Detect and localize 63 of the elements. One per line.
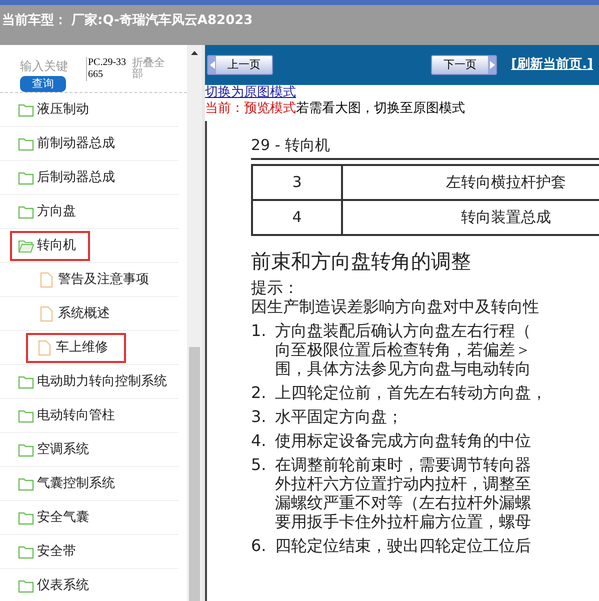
document-icon: [40, 272, 53, 288]
step-number: 6.: [251, 536, 268, 555]
tree-item[interactable]: 系统概述: [40, 298, 110, 328]
scrollbar[interactable]: [187, 45, 202, 601]
tree-item[interactable]: 转向机: [10, 230, 90, 260]
folder-icon: [18, 204, 34, 218]
step-number: 2.: [251, 383, 268, 402]
step-text: 外拉杆六方位置拧动内拉杆，调整至: [275, 474, 531, 493]
step-text: 在调整前轮前束时，需要调节转向器: [275, 455, 531, 474]
tree-item[interactable]: 方向盘: [18, 196, 76, 226]
step-text: 水平固定方向盘；: [275, 407, 403, 426]
folder-icon: [18, 102, 34, 116]
folder-icon: [18, 544, 34, 558]
step-text: 上四轮定位前，首先左右转动方向盘，: [275, 383, 547, 402]
tree-item[interactable]: 后制动器总成: [18, 162, 115, 192]
folder-icon: [18, 170, 34, 184]
step-text: 要用扳手卡住外拉杆扁方位置，螺母: [275, 512, 531, 531]
refresh-link[interactable]: [刷新当前页.]: [511, 55, 593, 75]
tree-item[interactable]: 前制动器总成: [18, 128, 115, 158]
folder-icon: [18, 476, 34, 490]
step-number: 3.: [251, 407, 268, 426]
tree-item[interactable]: 电动转向管柱: [18, 400, 115, 430]
document-icon: [38, 340, 51, 356]
section-heading: 前束和方向盘转角的调整: [251, 248, 472, 274]
step-text: 围，具体方法参见方向盘与电动转向: [275, 359, 531, 378]
tree-item[interactable]: 仪表系统: [18, 570, 89, 600]
mode-link[interactable]: 切换为原图模式: [205, 85, 599, 100]
step-number: 5.: [251, 455, 268, 476]
tree-item[interactable]: 液压制动: [18, 94, 89, 124]
previous-page-button[interactable]: 上一页: [207, 55, 273, 75]
next-page-button[interactable]: 下一页: [431, 55, 498, 75]
tree-item[interactable]: 气囊控制系统: [18, 468, 115, 498]
tree-item[interactable]: 电动助力转向控制系统: [18, 366, 167, 396]
folder-icon: [18, 374, 34, 388]
folder-icon: [18, 578, 34, 592]
search-button[interactable]: 查询: [20, 76, 66, 92]
document-icon: [40, 306, 53, 322]
tree-item[interactable]: 警告及注意事项: [40, 264, 149, 294]
mode-status: 当前：预览模式若需看大图，切换至原图模式: [205, 100, 466, 117]
tip-label: 提示：: [251, 278, 300, 298]
open-folder-icon: [18, 238, 34, 252]
table-cell: 3: [252, 165, 342, 200]
step-text: 向至极限位置后检查转角，若偏差＞: [275, 340, 531, 359]
step-number: 4.: [251, 431, 268, 450]
section-title: 29 - 转向机: [251, 135, 599, 160]
step-number: 1.: [251, 321, 268, 342]
table-cell: 左转向横拉杆护套: [342, 165, 599, 200]
folder-icon: [18, 136, 34, 150]
paragraph: 因生产制造误差影响方向盘对中及转向性: [251, 298, 540, 316]
step-text: 四轮定位结束，驶出四轮定位工位后: [275, 536, 531, 555]
step-text: 漏螺纹严重不对等（左右拉杆外漏螺: [275, 493, 531, 512]
folder-icon: [18, 510, 34, 524]
folder-icon: [18, 442, 34, 456]
code-label: PC.29-33665: [86, 57, 128, 81]
tree-item[interactable]: 空调系统: [18, 434, 89, 464]
step-text: 使用标定设备完成方向盘转角的中位: [275, 431, 531, 450]
step-text: 方向盘装配后确认方向盘左右行程（: [275, 321, 531, 340]
tree-item[interactable]: 安全带: [18, 536, 76, 566]
tree-item[interactable]: 车上维修: [26, 332, 126, 362]
tree-item[interactable]: 安全气囊: [18, 502, 89, 532]
window-title: 当前车型： 厂家:Q-奇瑞汽车风云A82023: [2, 13, 253, 28]
table-cell: 4: [252, 200, 342, 235]
folder-icon: [18, 408, 34, 422]
